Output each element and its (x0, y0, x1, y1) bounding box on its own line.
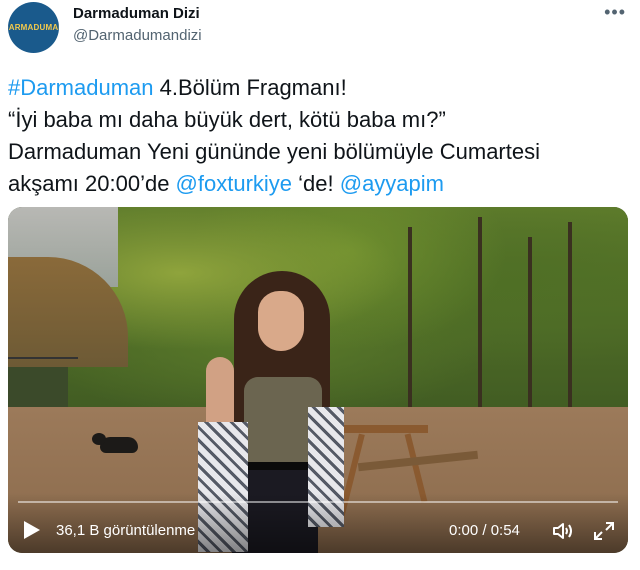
video-frame-dog-head (92, 433, 106, 445)
tree-trunk (528, 237, 532, 417)
video-progress-bar[interactable] (18, 501, 618, 503)
avatar-logo-text: Darmaduman (8, 23, 59, 32)
mention-foxturkiye[interactable]: @foxturkiye (176, 171, 292, 196)
tweet-line-3: Darmaduman Yeni gününde yeni bölümüyle C… (8, 139, 540, 164)
tree-trunk (408, 227, 412, 417)
hashtag-link[interactable]: #Darmaduman (8, 75, 154, 100)
tweet-line-4-mid: ‘de! (292, 171, 340, 196)
fullscreen-icon[interactable] (593, 521, 615, 541)
display-name[interactable]: Darmaduman Dizi (73, 5, 200, 22)
tweet-line-2: “İyi baba mı daha büyük dert, kötü baba … (8, 107, 446, 132)
volume-icon[interactable] (551, 521, 575, 541)
user-handle[interactable]: @Darmadumandizi (73, 27, 202, 44)
avatar[interactable]: Darmaduman (8, 2, 59, 53)
tweet-line-1: 4.Bölüm Fragmanı! (153, 75, 347, 100)
view-count: 36,1 B görüntülenme (56, 522, 196, 539)
tweet-text: #Darmaduman 4.Bölüm Fragmanı! “İyi baba … (8, 72, 632, 200)
mention-ayyapim[interactable]: @ayyapim (340, 171, 444, 196)
tweet-line-4-pre: akşamı 20:00’de (8, 171, 176, 196)
tree-trunk (568, 222, 572, 417)
more-options-icon[interactable]: ••• (604, 2, 626, 23)
play-icon[interactable] (24, 521, 40, 539)
video-frame-forest (68, 207, 628, 427)
video-time: 0:00 / 0:54 (449, 522, 520, 539)
video-player[interactable]: 36,1 B görüntülenme 0:00 / 0:54 (8, 207, 628, 553)
video-frame-fence (8, 357, 78, 399)
tree-trunk (478, 217, 482, 417)
person-face (258, 291, 304, 351)
